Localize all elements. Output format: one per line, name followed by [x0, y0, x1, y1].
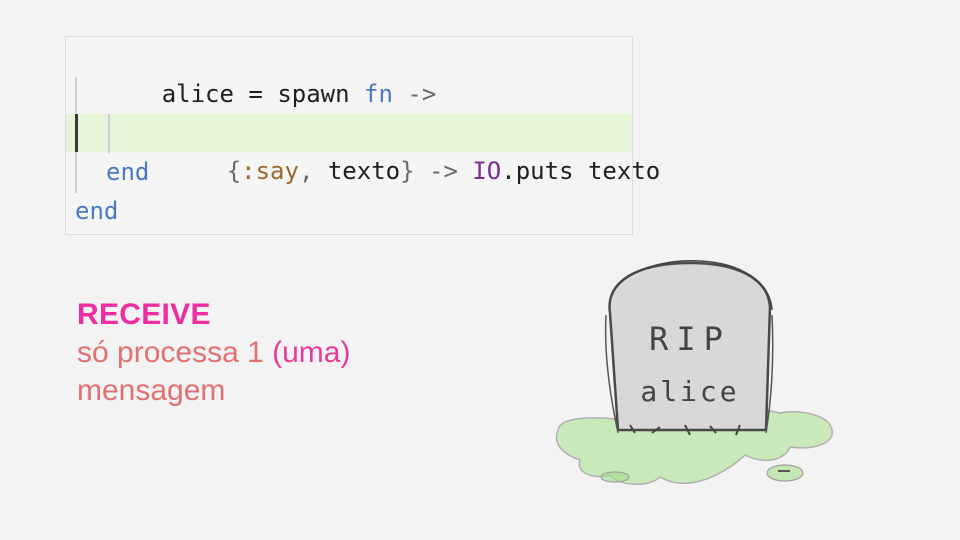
slide-text-line-2: só processa 1 (uma) [77, 334, 350, 372]
code-line-4: end [66, 153, 632, 191]
tombstone-illustration: RIP alice [555, 260, 833, 485]
code-line-3-highlighted: {:say, texto} -> IO.puts texto [66, 114, 660, 185]
code-kw-end-inner: end [106, 158, 150, 186]
code-line-1: alice = spawn fn -> [66, 37, 632, 108]
indent-guide-line3 [108, 114, 110, 152]
code-block: alice = spawn fn -> receive do {:say, te… [65, 36, 660, 235]
code-line-5: end [66, 192, 632, 230]
active-line-marker [75, 114, 78, 152]
slide-text-processa: só processa 1 [77, 336, 273, 369]
code-line-2: receive do [66, 75, 632, 146]
slide-heading: RECEIVE [77, 298, 211, 331]
code-kw-end-outer: end [75, 197, 119, 225]
tombstone-epitaph: RIP [649, 320, 731, 358]
tombstone-name: alice [640, 375, 739, 408]
slide-text-uma: (uma) [272, 336, 351, 369]
slide-text-line-3: mensagem [77, 374, 226, 407]
